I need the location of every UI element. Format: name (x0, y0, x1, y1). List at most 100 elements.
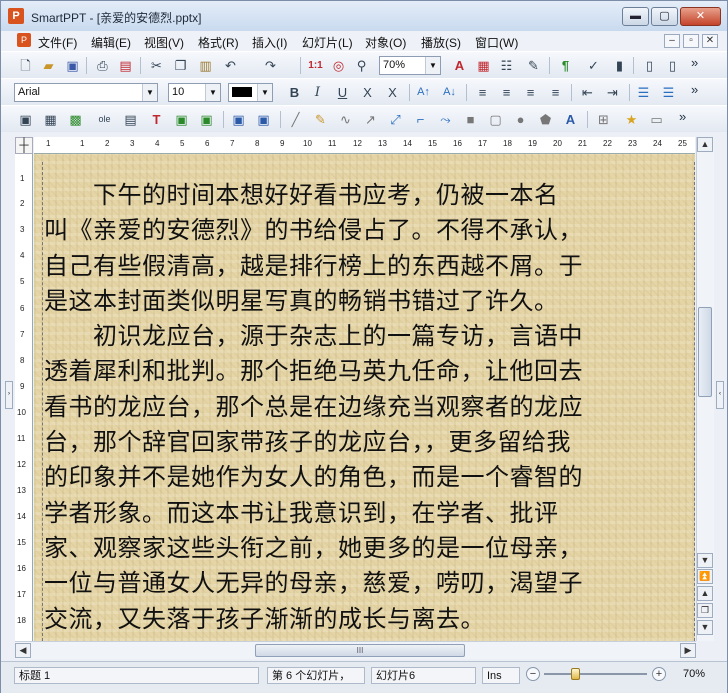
maximize-button[interactable]: ▢ (651, 7, 678, 26)
copy-icon[interactable]: ❐ (172, 57, 189, 74)
scroll-right-button[interactable]: ▶ (680, 643, 696, 658)
frame-icon[interactable]: ▣ (173, 111, 190, 128)
slide-text-box[interactable]: 下午的时间本想好好看书应考，仍被一本名 叫《亲爱的安德烈》的书给侵占了。不得不承… (44, 178, 689, 637)
zoom-out-button[interactable]: − (526, 667, 540, 681)
first-slide-button[interactable]: ⏫ (697, 569, 713, 584)
increase-indent-button[interactable]: ⇥ (604, 84, 621, 101)
chevron-down-icon[interactable]: ▼ (257, 84, 272, 101)
strikethrough-button[interactable]: X (359, 84, 376, 101)
zoom-slider-knob[interactable] (571, 668, 580, 680)
align-left-button[interactable]: ≡ (474, 84, 491, 101)
menu-format[interactable]: 格式(R) (198, 34, 239, 51)
menu-slide[interactable]: 幻灯片(L) (302, 34, 353, 51)
document-icon[interactable]: P (17, 33, 31, 47)
table-icon[interactable]: ▦ (42, 111, 59, 128)
date-insert-icon[interactable]: 1:1 (307, 57, 324, 74)
chevron-down-icon[interactable]: ▼ (425, 57, 440, 74)
group-icon[interactable]: ▣ (230, 111, 247, 128)
menu-view[interactable]: 视图(V) (144, 34, 184, 51)
zoom-icon[interactable]: ⚲ (353, 57, 370, 74)
chart-icon[interactable]: ▮ (611, 57, 628, 74)
align-center-button[interactable]: ≡ (498, 84, 515, 101)
next-slide-button[interactable]: ▼ (697, 620, 713, 635)
slide-layout-icon[interactable]: ▣ (17, 111, 34, 128)
italic-button[interactable]: I (309, 84, 326, 101)
left-panel-grip[interactable]: › (5, 381, 13, 409)
ungroup-icon[interactable]: ▣ (255, 111, 272, 128)
redo-icon[interactable]: ↷ (262, 57, 279, 74)
align-objects-icon[interactable]: ⊞ (595, 111, 612, 128)
chevron-down-icon[interactable]: ▼ (205, 84, 220, 101)
font-name-select[interactable]: Arial ▼ (14, 83, 158, 102)
picture-icon[interactable]: ▯ (664, 57, 681, 74)
connector-curved-icon[interactable]: ⤳ (437, 111, 454, 128)
frame-alt-icon[interactable]: ▣ (198, 111, 215, 128)
shrink-font-button[interactable]: A↓ (441, 84, 458, 101)
scroll-up-button[interactable]: ▲ (697, 137, 713, 152)
rectangle-icon[interactable]: ■ (462, 111, 479, 128)
menu-edit[interactable]: 编辑(E) (91, 34, 131, 51)
previous-slide-button[interactable]: ▲ (697, 586, 713, 601)
brush-icon[interactable]: ✎ (525, 57, 542, 74)
text-color-picker[interactable]: ▼ (228, 83, 273, 102)
menu-insert[interactable]: 插入(I) (252, 34, 287, 51)
numbered-list-button[interactable]: ☰ (635, 84, 652, 101)
toolbar-overflow-icon[interactable]: » (691, 55, 698, 70)
toolbar-overflow-icon[interactable]: » (679, 109, 686, 124)
vertical-scroll-thumb[interactable] (698, 307, 712, 397)
bulleted-list-button[interactable]: ☰ (660, 84, 677, 101)
scroll-down-button[interactable]: ▼ (697, 553, 713, 568)
connector-elbow-icon[interactable]: ⌐ (412, 111, 429, 128)
ellipse-icon[interactable]: ● (512, 111, 529, 128)
mdi-close-button[interactable]: ✕ (702, 34, 718, 48)
list-icon[interactable]: ☷ (498, 57, 515, 74)
new-document-icon[interactable]: 🗋 (17, 57, 34, 74)
menu-object[interactable]: 对象(O) (365, 34, 406, 51)
zoom-slider-track[interactable] (544, 673, 647, 675)
open-folder-icon[interactable]: ▰ (40, 57, 57, 74)
slide-canvas[interactable]: 下午的时间本想好好看书应考，仍被一本名 叫《亲爱的安德烈》的书给侵占了。不得不承… (34, 154, 695, 641)
ruler-origin-button[interactable]: ┼ (15, 137, 33, 154)
chevron-down-icon[interactable]: ▼ (142, 84, 157, 101)
underline-button[interactable]: U (334, 84, 351, 101)
spell-check-icon[interactable]: ✓ (585, 57, 602, 74)
vertical-scrollbar[interactable]: ▲ ▼ ⏫ ▲ ❐ ▼ (696, 137, 714, 641)
clear-format-button[interactable]: X (384, 84, 401, 101)
align-right-button[interactable]: ≡ (522, 84, 539, 101)
star-icon[interactable]: ★ (623, 111, 640, 128)
find-icon[interactable]: ◎ (330, 57, 347, 74)
font-size-select[interactable]: 10 ▼ (168, 83, 221, 102)
rounded-rectangle-icon[interactable]: ▢ (487, 111, 504, 128)
mdi-minimize-button[interactable]: – (664, 34, 680, 48)
cut-icon[interactable]: ✂ (148, 57, 165, 74)
close-button[interactable]: ✕ (680, 7, 721, 26)
undo-icon[interactable]: ↶ (222, 57, 239, 74)
ole-object-icon[interactable]: ole (96, 111, 113, 128)
image-icon[interactable]: ▩ (67, 111, 84, 128)
connector-straight-icon[interactable]: ⤢ (387, 111, 404, 128)
page-icon[interactable]: ▯ (641, 57, 658, 74)
menu-play[interactable]: 播放(S) (421, 34, 461, 51)
status-insert-mode[interactable]: Ins (482, 667, 520, 684)
paste-icon[interactable]: ▥ (197, 57, 214, 74)
line-icon[interactable]: ╱ (287, 111, 304, 128)
pen-icon[interactable]: ✎ (312, 111, 329, 128)
pdf-icon[interactable]: ▤ (117, 57, 134, 74)
shape-gallery-icon[interactable]: ⬟ (537, 111, 554, 128)
textbox-icon[interactable]: ▤ (122, 111, 139, 128)
arrow-icon[interactable]: ↗ (362, 111, 379, 128)
horizontal-scrollbar[interactable]: ◀ III ▶ (15, 641, 696, 659)
justify-button[interactable]: ≡ (547, 84, 564, 101)
decrease-indent-button[interactable]: ⇤ (579, 84, 596, 101)
curve-icon[interactable]: ∿ (337, 111, 354, 128)
minimize-button[interactable]: ▬ (622, 7, 649, 26)
menu-window[interactable]: 窗口(W) (475, 34, 518, 51)
wordart-icon[interactable]: A (562, 111, 579, 128)
slide-list-button[interactable]: ❐ (697, 603, 713, 618)
mdi-restore-button[interactable]: ▫ (683, 34, 699, 48)
print-icon[interactable]: ⎙ (94, 57, 111, 74)
horizontal-scroll-thumb[interactable]: III (255, 644, 465, 657)
title-placeholder-icon[interactable]: T (148, 111, 165, 128)
bold-button[interactable]: B (286, 84, 303, 101)
save-icon[interactable]: ▣ (64, 57, 81, 74)
